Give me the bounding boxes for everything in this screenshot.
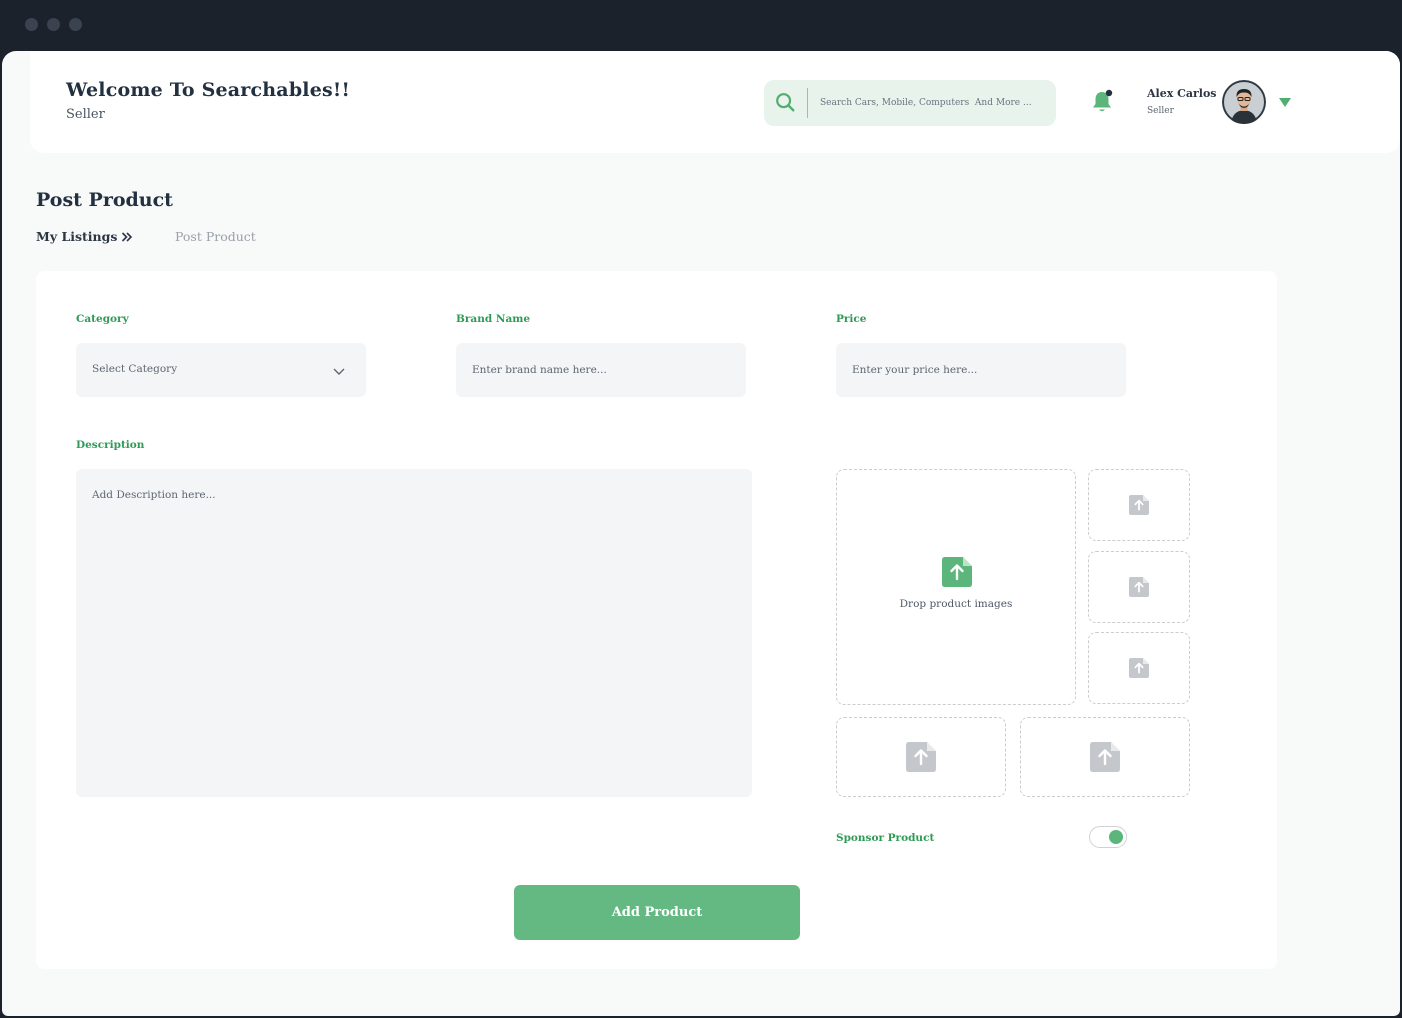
- image-slot-4[interactable]: [836, 717, 1006, 797]
- category-label: Category: [76, 313, 129, 325]
- toggle-knob: [1109, 830, 1123, 844]
- top-header: Welcome To Searchables!! Seller Alex Car…: [30, 51, 1400, 153]
- price-input[interactable]: [836, 343, 1126, 397]
- brand-name-input[interactable]: [456, 343, 746, 397]
- description-textarea[interactable]: [76, 469, 752, 797]
- page-title: Post Product: [36, 189, 173, 211]
- category-select-value: Select Category: [92, 363, 178, 375]
- image-slot-3[interactable]: [1088, 632, 1190, 704]
- welcome-role: Seller: [66, 107, 105, 122]
- breadcrumb-my-listings[interactable]: My Listings: [36, 229, 133, 244]
- user-name: Alex Carlos: [1147, 87, 1217, 100]
- account-dropdown-icon[interactable]: [1278, 96, 1292, 108]
- search-divider: [807, 88, 808, 118]
- drop-images-text: Drop product images: [899, 598, 1013, 610]
- window-maximize-dot[interactable]: [69, 18, 82, 31]
- search-bar: [764, 80, 1056, 126]
- search-icon[interactable]: [774, 91, 796, 113]
- sponsor-product-toggle[interactable]: [1089, 826, 1127, 848]
- window-minimize-dot[interactable]: [47, 18, 60, 31]
- chevron-down-icon: [333, 368, 345, 375]
- description-label: Description: [76, 439, 145, 451]
- app-window: Welcome To Searchables!! Seller Alex Car…: [2, 51, 1400, 1016]
- price-label: Price: [836, 313, 867, 325]
- brand-name-label: Brand Name: [456, 313, 531, 325]
- welcome-title: Welcome To Searchables!!: [66, 79, 350, 101]
- breadcrumb-my-listings-label: My Listings: [36, 229, 118, 244]
- upload-file-icon: [1129, 495, 1149, 515]
- window-close-dot[interactable]: [25, 18, 38, 31]
- upload-file-icon: [942, 557, 972, 587]
- avatar[interactable]: [1222, 80, 1266, 124]
- upload-file-icon: [1129, 658, 1149, 678]
- add-product-button[interactable]: Add Product: [514, 885, 800, 940]
- user-role: Seller: [1147, 106, 1174, 116]
- main-image-dropzone[interactable]: Drop product images: [836, 469, 1076, 705]
- search-input[interactable]: [820, 90, 1046, 116]
- sponsor-product-label: Sponsor Product: [836, 832, 935, 844]
- window-titlebar: [0, 0, 1402, 52]
- category-select[interactable]: Select Category: [76, 343, 366, 397]
- image-slot-1[interactable]: [1088, 469, 1190, 541]
- image-slot-5[interactable]: [1020, 717, 1190, 797]
- upload-file-icon: [906, 742, 936, 772]
- post-product-form: Category Select Category Brand Name Pric…: [36, 271, 1277, 969]
- avatar-photo-icon: [1222, 80, 1266, 124]
- upload-file-icon: [1090, 742, 1120, 772]
- image-slot-2[interactable]: [1088, 551, 1190, 623]
- breadcrumb-post-product: Post Product: [175, 229, 256, 244]
- notification-bell-icon[interactable]: [1090, 89, 1114, 115]
- upload-file-icon: [1129, 577, 1149, 597]
- double-chevron-right-icon: [122, 231, 133, 242]
